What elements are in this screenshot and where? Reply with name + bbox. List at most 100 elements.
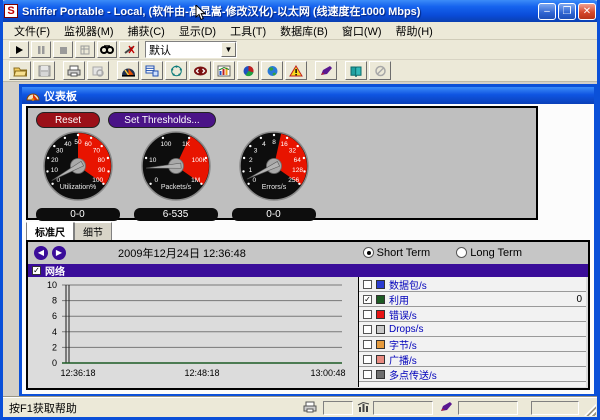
dashboard-titlebar[interactable]: 仪表板 — [22, 87, 594, 104]
global-statistics-button[interactable] — [261, 61, 283, 80]
legend-checkbox[interactable] — [363, 279, 372, 289]
radio-icon — [456, 247, 468, 258]
network-group-bar: ✓ 网络 — [28, 264, 588, 278]
chevron-down-icon[interactable]: ▼ — [221, 42, 236, 57]
decode-button[interactable] — [315, 61, 337, 80]
pause-capture-button[interactable] — [31, 41, 51, 58]
mouse-cursor — [195, 5, 207, 21]
legend-swatch — [376, 354, 385, 364]
svg-text:8: 8 — [272, 139, 276, 146]
legend-swatch — [376, 339, 385, 349]
legend-row-drops: Drops/s — [359, 322, 586, 337]
gauges-row: 0 10 20 30 40 50 60 70 80 90 100 Utilization% 0-0 0… — [30, 130, 321, 221]
svg-text:50: 50 — [74, 139, 82, 146]
packets-gauge: 0 10 100 1K 100K 1M Packets/s 6-535 — [128, 130, 223, 221]
tab-detail[interactable]: 细节 — [74, 222, 112, 241]
utilization-dial: 0 10 20 30 40 50 60 70 80 90 100 Utilization% — [31, 130, 125, 207]
resize-grip[interactable] — [584, 404, 596, 416]
svg-text:1M: 1M — [191, 177, 200, 184]
errors-range: 0-0 — [231, 208, 316, 221]
minimize-button[interactable]: – — [538, 2, 556, 20]
status-chart-icon — [357, 401, 370, 416]
capture-panel-button[interactable] — [75, 41, 95, 58]
set-thresholds-button[interactable]: Set Thresholds... — [108, 112, 216, 128]
save-button[interactable] — [33, 61, 55, 80]
close-button[interactable]: ✕ — [578, 2, 596, 20]
alarm-log-button[interactable] — [285, 61, 307, 80]
svg-text:0: 0 — [252, 177, 256, 184]
menu-window[interactable]: 窗口(W) — [335, 22, 389, 40]
main-toolbar — [3, 60, 597, 82]
svg-text:32: 32 — [288, 148, 296, 155]
print-preview-button[interactable] — [87, 61, 109, 80]
legend-checkbox[interactable] — [363, 324, 372, 334]
status-help-text: 按F1获取帮助 — [9, 402, 77, 415]
print-button[interactable] — [63, 61, 85, 80]
svg-text:1K: 1K — [182, 141, 191, 148]
filter-select-value: 默认 — [149, 44, 171, 57]
filter-select[interactable]: 默认 ▼ — [145, 41, 237, 58]
reset-button[interactable]: Reset — [36, 112, 100, 128]
menu-display[interactable]: 显示(D) — [172, 22, 223, 40]
open-file-button[interactable] — [9, 61, 31, 80]
menu-capture[interactable]: 捕获(C) — [121, 22, 172, 40]
network-group-label: 网络 — [45, 267, 65, 278]
maximize-button[interactable]: ❐ — [558, 2, 576, 20]
menubar: 文件(F) 监视器(M) 捕获(C) 显示(D) 工具(T) 数据库(B) 窗口… — [3, 22, 597, 40]
legend-checkbox[interactable] — [363, 354, 372, 364]
legend-label: 利用 — [389, 295, 409, 307]
menu-database[interactable]: 数据库(B) — [273, 22, 335, 40]
tab-standard-scale[interactable]: 标准尺 — [26, 222, 74, 241]
legend-label: 字节/s — [389, 340, 417, 352]
long-term-radio[interactable]: Long Term — [456, 247, 522, 259]
find-frame-button[interactable] — [97, 41, 117, 58]
term-radio-group: Short Term Long Term — [362, 247, 522, 259]
titlebar[interactable]: S Sniffer Portable - Local, (软件由-高显嵩-修改汉… — [3, 0, 597, 22]
help-book-button[interactable] — [345, 61, 367, 80]
start-capture-button[interactable] — [9, 41, 29, 58]
menu-file[interactable]: 文件(F) — [7, 22, 57, 40]
network-checkbox[interactable]: ✓ — [32, 266, 41, 275]
packets-dial: 0 10 100 1K 100K 1M Packets/s — [129, 130, 223, 207]
menu-help[interactable]: 帮助(H) — [389, 22, 440, 40]
stop-capture-button[interactable] — [53, 41, 73, 58]
history-samples-button[interactable] — [213, 61, 235, 80]
dashboard-window: 仪表板 Reset Set Thresholds... 0 10 20 30 40 50 6… — [19, 84, 597, 397]
scroll-right-button[interactable]: ▶ — [52, 246, 66, 260]
menu-tools[interactable]: 工具(T) — [223, 22, 273, 40]
network-monitor-panel: ◀ ▶ 2009年12月24日 12:36:48 Short Term Long… — [26, 240, 590, 390]
menu-monitor[interactable]: 监视器(M) — [57, 22, 121, 40]
dashboard-button[interactable] — [117, 61, 139, 80]
legend-swatch — [376, 294, 385, 304]
matrix-button[interactable] — [165, 61, 187, 80]
response-time-button[interactable] — [189, 61, 211, 80]
legend-checkbox[interactable] — [363, 309, 372, 319]
mdi-client-area: 仪表板 Reset Set Thresholds... 0 10 20 30 40 50 6… — [3, 82, 597, 397]
define-filter-button[interactable] — [119, 41, 139, 58]
short-term-radio[interactable]: Short Term — [362, 247, 430, 259]
protocol-distribution-button[interactable] — [237, 61, 259, 80]
host-table-button[interactable] — [141, 61, 163, 80]
monitor-datetime: 2009年12月24日 12:36:48 — [118, 248, 246, 260]
svg-text:4: 4 — [262, 141, 266, 148]
svg-text:12:36:18: 12:36:18 — [60, 368, 95, 378]
expert-button[interactable] — [369, 61, 391, 80]
svg-text:12:48:18: 12:48:18 — [184, 368, 219, 378]
svg-text:4: 4 — [52, 327, 57, 337]
gauge-tabs: 标准尺 细节 — [26, 222, 112, 241]
svg-text:100: 100 — [160, 141, 171, 148]
scroll-left-button[interactable]: ◀ — [34, 246, 48, 260]
sniffer-logo-icon: S — [4, 4, 18, 18]
legend-checkbox[interactable] — [363, 369, 372, 379]
svg-text:10: 10 — [50, 167, 58, 174]
legend-checkbox[interactable] — [363, 339, 372, 349]
legend-checkbox[interactable]: ✓ — [363, 294, 372, 304]
svg-text:3: 3 — [253, 148, 257, 155]
legend-label: 广播/s — [389, 355, 417, 367]
legend-label: 多点传送/s — [389, 370, 437, 382]
errors-dial: 0 1 2 3 4 8 16 32 64 128 256 Errors/s — [227, 130, 321, 207]
radio-selected-icon — [362, 247, 374, 258]
utilization-range: 0-0 — [35, 208, 120, 221]
app-window: S Sniffer Portable - Local, (软件由-高显嵩-修改汉… — [0, 0, 600, 420]
legend-swatch — [376, 324, 385, 334]
